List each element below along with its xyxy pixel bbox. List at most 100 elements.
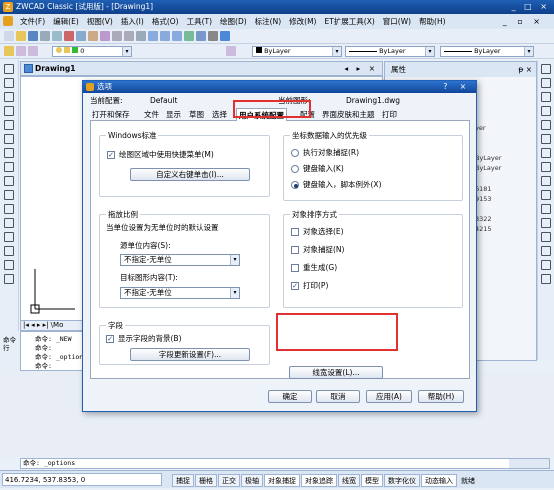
layer-combo[interactable]: 0 ▾ — [52, 46, 132, 57]
layer-manager-icon[interactable] — [4, 46, 14, 56]
menu-tools[interactable]: 工具(T) — [183, 14, 216, 29]
properties-controls[interactable]: ᵽ × — [518, 62, 532, 77]
command-scrollbar[interactable] — [509, 459, 549, 468]
save-icon[interactable] — [28, 31, 38, 41]
sort-object-selection-checkbox[interactable]: 对象选择(E) — [291, 227, 344, 237]
matchprop-icon[interactable] — [100, 31, 110, 41]
spline-icon[interactable] — [4, 162, 14, 172]
paste-icon[interactable] — [88, 31, 98, 41]
undo-icon[interactable] — [112, 31, 122, 41]
ellipse-icon[interactable] — [4, 176, 14, 186]
polygon-icon[interactable] — [4, 106, 14, 116]
trim-icon[interactable] — [541, 190, 551, 200]
zoom-previous-icon[interactable] — [172, 31, 182, 41]
layer-previous-icon[interactable] — [28, 46, 38, 56]
lineweight-combo[interactable]: ByLayer ▾ — [440, 46, 534, 57]
zoom-realtime-icon[interactable] — [148, 31, 158, 41]
color-combo[interactable]: ByLayer ▾ — [252, 46, 342, 57]
copy-object-icon[interactable] — [541, 78, 551, 88]
mdi-controls[interactable]: _ ▫ × — [499, 14, 548, 29]
properties-icon[interactable] — [184, 31, 194, 41]
hatch-icon[interactable] — [4, 218, 14, 228]
break-icon[interactable] — [541, 218, 551, 228]
chevron-down-icon[interactable]: ▾ — [425, 47, 434, 56]
tab-display[interactable]: 显示 — [164, 110, 183, 121]
status-tablet[interactable]: 数字化仪 — [384, 474, 420, 487]
menu-modify[interactable]: 修改(M) — [285, 14, 320, 29]
layer-state-icon[interactable] — [16, 46, 26, 56]
window-controls[interactable]: _ □ × — [512, 0, 550, 14]
block-icon[interactable] — [4, 190, 14, 200]
tab-plot[interactable]: 打印 — [380, 110, 399, 121]
menu-draw[interactable]: 绘图(D) — [216, 14, 251, 29]
linetype-combo[interactable]: ByLayer ▾ — [345, 46, 435, 57]
menu-et-tools[interactable]: ET扩展工具(X) — [320, 14, 378, 29]
tab-files[interactable]: 文件 — [142, 110, 161, 121]
status-grid[interactable]: 栅格 — [195, 474, 217, 487]
tab-open-save[interactable]: 打开和保存 — [90, 110, 132, 121]
status-polar[interactable]: 极轴 — [241, 474, 263, 487]
circle-icon[interactable] — [4, 148, 14, 158]
cancel-button[interactable]: 取消 — [316, 390, 360, 403]
shortcut-menu-checkbox[interactable]: ✓ 绘图区域中使用快捷菜单(M) — [107, 150, 214, 160]
designcenter-icon[interactable] — [196, 31, 206, 41]
drawing-tab[interactable]: Drawing1 ◂ ▸ × — [20, 61, 383, 76]
xline-icon[interactable] — [4, 78, 14, 88]
chevron-down-icon[interactable]: ▾ — [524, 47, 533, 56]
drawing-tab-controls[interactable]: ◂ ▸ × — [344, 62, 378, 75]
explode-icon[interactable] — [541, 274, 551, 284]
status-dynamic-input[interactable]: 动态输入 — [421, 474, 457, 487]
join-icon[interactable] — [541, 232, 551, 242]
tab-drafting[interactable]: 草图 — [187, 110, 206, 121]
status-lineweight[interactable]: 线宽 — [338, 474, 360, 487]
mirror-icon[interactable] — [541, 92, 551, 102]
status-snap[interactable]: 捕捉 — [172, 474, 194, 487]
field-update-settings-button[interactable]: 字段更新设置(F)... — [130, 348, 250, 361]
menu-dimension[interactable]: 标注(N) — [251, 14, 285, 29]
status-model[interactable]: 模型 — [361, 474, 383, 487]
status-otrack[interactable]: 对象追踪 — [301, 474, 337, 487]
move-icon[interactable] — [541, 134, 551, 144]
ok-button[interactable]: 确定 — [268, 390, 312, 403]
scale-icon[interactable] — [541, 162, 551, 172]
chamfer-icon[interactable] — [541, 246, 551, 256]
lineweight-settings-button[interactable]: 线宽设置(L)... — [289, 366, 383, 379]
image-icon[interactable] — [4, 274, 14, 284]
mtext-icon[interactable] — [4, 260, 14, 270]
menu-edit[interactable]: 编辑(E) — [49, 14, 83, 29]
chevron-down-icon[interactable]: ▾ — [122, 47, 131, 56]
fillet-icon[interactable] — [541, 260, 551, 270]
offset-icon[interactable] — [541, 106, 551, 116]
radio-keyboard-entry[interactable]: 键盘输入(K) — [291, 164, 344, 174]
menu-file[interactable]: 文件(F) — [16, 14, 49, 29]
menu-format[interactable]: 格式(O) — [148, 14, 183, 29]
redo-icon[interactable] — [124, 31, 134, 41]
target-units-select[interactable]: 不指定-无单位 ▾ — [120, 287, 240, 299]
menu-help[interactable]: 帮助(H) — [415, 14, 450, 29]
print-icon[interactable] — [40, 31, 50, 41]
status-ortho[interactable]: 正交 — [218, 474, 240, 487]
menu-window[interactable]: 窗口(W) — [379, 14, 415, 29]
polyline-icon[interactable] — [4, 92, 14, 102]
toolpalette-icon[interactable] — [208, 31, 218, 41]
dialog-controls[interactable]: ? × — [443, 81, 471, 93]
field-background-checkbox[interactable]: ✓ 显示字段的背景(B) — [106, 334, 182, 344]
arc-icon[interactable] — [4, 134, 14, 144]
menu-insert[interactable]: 插入(I) — [117, 14, 148, 29]
sort-plot-checkbox[interactable]: ✓ 打印(P) — [291, 281, 328, 291]
region-icon[interactable] — [4, 232, 14, 242]
copy-icon[interactable] — [76, 31, 86, 41]
point-icon[interactable] — [4, 204, 14, 214]
radio-keyboard-except-scripts[interactable]: 键盘输入，脚本例外(X) — [291, 180, 382, 190]
pan-icon[interactable] — [136, 31, 146, 41]
radio-object-snap[interactable]: 执行对象捕捉(R) — [291, 148, 359, 158]
apply-button[interactable]: 应用(A) — [366, 390, 412, 403]
help-icon[interactable] — [220, 31, 230, 41]
rectangle-icon[interactable] — [4, 120, 14, 130]
chevron-down-icon[interactable]: ▾ — [332, 47, 341, 56]
open-icon[interactable] — [16, 31, 26, 41]
right-click-customize-button[interactable]: 自定义右键单击(I)... — [130, 168, 250, 181]
source-units-select[interactable]: 不指定-无单位 ▾ — [120, 254, 240, 266]
erase-icon[interactable] — [541, 64, 551, 74]
preview-icon[interactable] — [52, 31, 62, 41]
